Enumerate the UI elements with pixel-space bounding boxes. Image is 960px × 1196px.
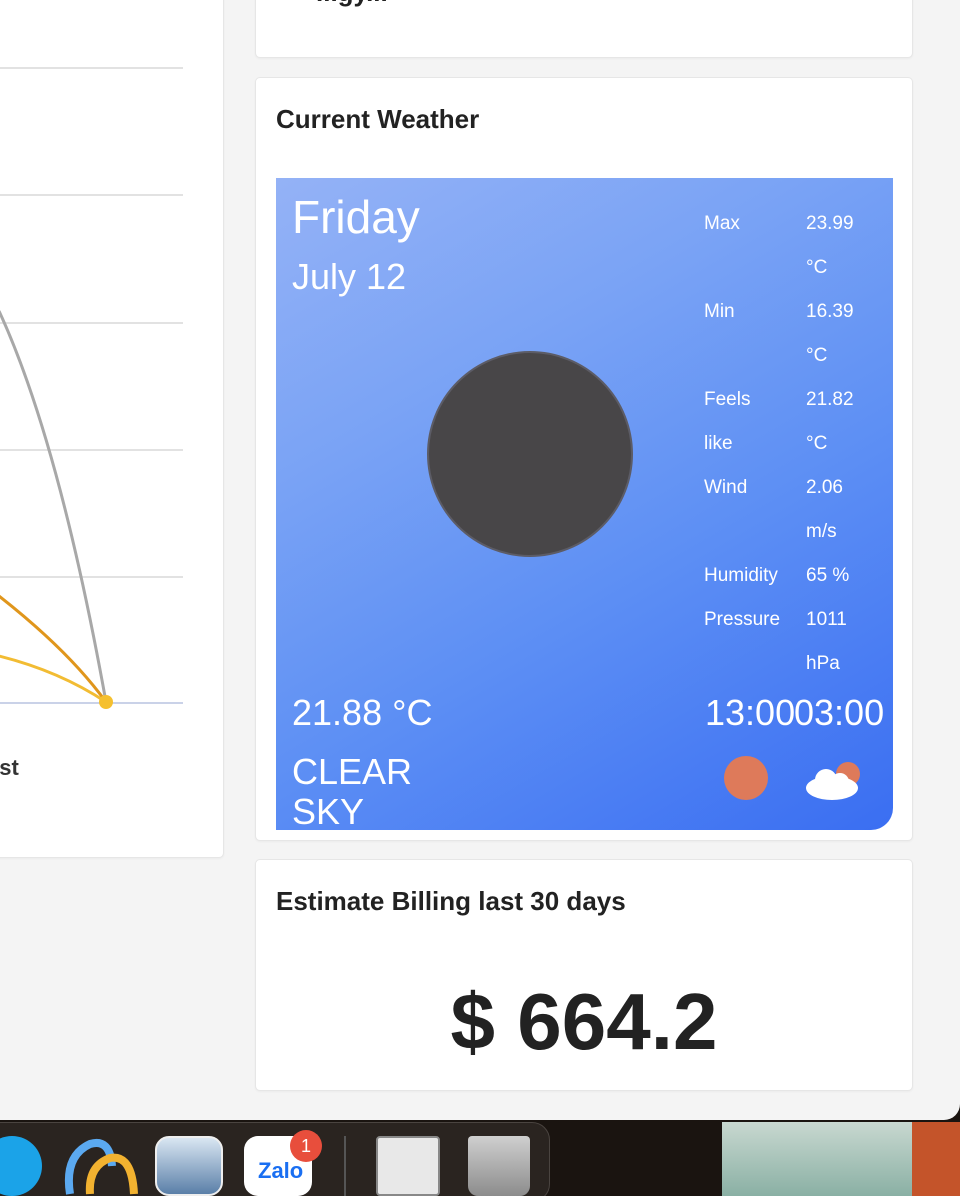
stat-value: 2.06 [806,477,843,498]
stat-min: Min 16.39 [704,290,893,334]
card-title: ...gy... [316,0,388,8]
sunrise-icon [724,756,768,800]
data-point [99,695,113,709]
dock-separator [344,1136,346,1196]
preview-icon[interactable] [155,1136,223,1196]
stat-unit: hPa [806,653,840,674]
stat-value: 23.99 [806,213,854,234]
stat-label: Max [704,213,740,234]
stat-humidity: Humidity 65 % [704,554,893,598]
stat-value: 16.39 [806,301,854,322]
line-chart [0,67,183,709]
weather-condition: CLEAR SKY [292,751,442,831]
stat-unit: m/s [806,521,837,542]
stat-unit-row: m/s [704,510,893,554]
sunrise-time: 13:00 [705,692,796,733]
billing-card: Estimate Billing last 30 days $ 664.2 [255,859,913,1091]
stat-label-cont: like [704,433,733,454]
condition-line: SKY [292,791,365,831]
stat-unit-row: °C [704,334,893,378]
stat-wind: Wind 2.06 [704,466,893,510]
stat-value: 21.82 [806,389,854,410]
legend-label: est [0,755,19,780]
stat-label: Pressure [704,609,781,630]
stat-unit-row: like °C [704,422,893,466]
chart-card: est [0,0,224,858]
stat-max: Max 23.99 [704,202,893,246]
sunset-time: 03:00 [794,692,885,733]
stat-spacer [704,642,806,686]
billing-amount: $ 664.2 [450,977,718,1066]
billing-card-title: Estimate Billing last 30 days [276,886,626,916]
weather-card-title: Current Weather [276,104,480,134]
image-capture-icon[interactable] [376,1136,440,1196]
stat-pressure: Pressure 1011 [704,598,893,642]
series-line-yellow [0,654,107,704]
weather-date: July 12 [292,256,407,297]
condition-line: CLEAR [292,751,413,792]
stat-label: Min [704,301,735,322]
weather-panel: Friday July 12 Max 23.99 °C Min 16.39 °C… [276,178,893,830]
stat-feels-like: Feels 21.82 [704,378,893,422]
stat-unit: °C [806,345,828,366]
stat-spacer [704,334,806,378]
stat-unit-row: °C [704,246,893,290]
stat-label: Wind [704,477,748,498]
sun-icon [427,351,633,557]
stat-spacer [704,510,806,554]
desktop-wallpaper [912,1122,960,1196]
stat-label: Humidity [704,565,778,586]
weather-day: Friday [292,191,420,243]
cloud-sun-icon [806,762,860,800]
energy-card: ...gy... [255,0,913,58]
desktop-wallpaper [722,1122,912,1196]
zalo-label: Zalo [258,1158,304,1183]
stat-value: 65 % [806,565,850,586]
weather-stats: Max 23.99 °C Min 16.39 °C Feels 21.82 li… [704,202,893,686]
trash-icon[interactable] [468,1136,530,1196]
stat-label: Feels [704,389,751,410]
notification-badge: 1 [290,1130,322,1162]
copilot-icon[interactable] [60,1136,138,1196]
stat-unit-row: hPa [704,642,893,686]
current-temperature: 21.88 °C [292,692,433,733]
app-window: est ...gy... Current Weather Friday July… [0,0,960,1120]
stat-unit: °C [806,433,828,454]
stat-unit: °C [806,257,828,278]
weather-card: Current Weather Friday July 12 Max 23.99… [255,77,913,841]
stat-value: 1011 [806,609,847,630]
stat-spacer [704,246,806,290]
